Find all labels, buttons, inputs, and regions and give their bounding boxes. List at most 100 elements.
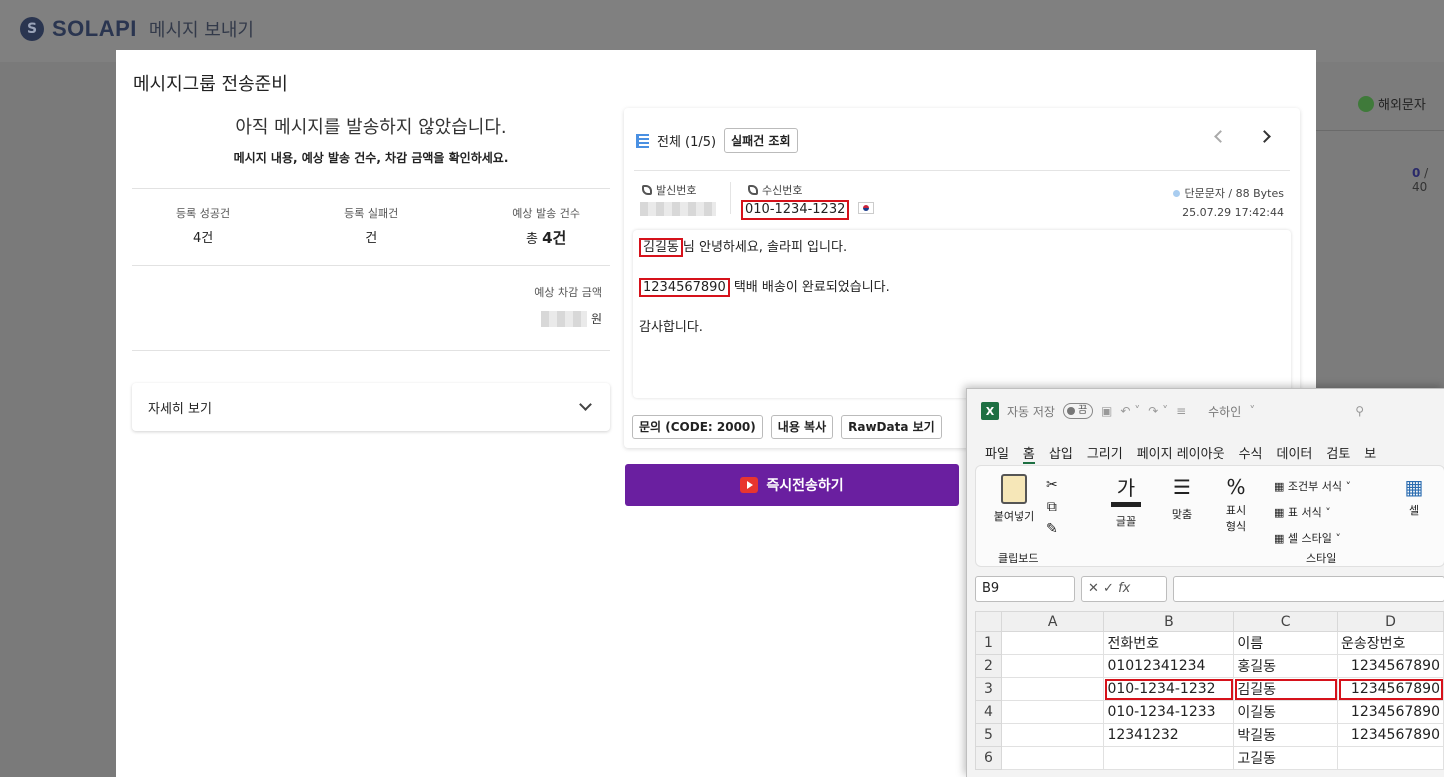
cell[interactable]: 전화번호 [1103, 631, 1235, 655]
cell[interactable] [1103, 746, 1235, 770]
cell-highlighted[interactable]: 김길동 [1233, 677, 1339, 701]
preview-count: 전체 (1/5) [657, 135, 717, 150]
tab-review[interactable]: 검토 [1326, 443, 1350, 464]
select-all-corner[interactable] [975, 611, 1002, 632]
customize-icon[interactable]: ≡ [1176, 404, 1186, 418]
cell[interactable]: 홍길동 [1233, 654, 1339, 678]
brand-name: SOLAPI [52, 16, 137, 41]
copy-content-button[interactable]: 내용 복사 [770, 415, 834, 439]
message-line: 감사합니다. [639, 320, 703, 335]
row-header[interactable]: 4 [975, 700, 1002, 724]
cell[interactable]: 010-1234-1233 [1103, 700, 1235, 724]
cell[interactable]: 1234567890 [1337, 654, 1444, 678]
cell[interactable] [1000, 631, 1105, 655]
tab-insert[interactable]: 삽입 [1049, 443, 1073, 464]
undo-icon[interactable]: ↶ ˅ [1120, 404, 1140, 418]
summary-panel: 아직 메시지를 발송하지 않았습니다. 메시지 내용, 예상 발송 건수, 차감… [132, 108, 610, 431]
excel-titlebar: X 자동 저장 끔 ▣ ↶ ˅ ↷ ˅ ≡ 수하인 ˅ ⚲ [967, 389, 1444, 433]
modal-title: 메시지그룹 전송준비 [133, 74, 288, 95]
table-format-button[interactable]: ▦ 표 서식 ˅ [1274, 500, 1351, 526]
cell[interactable]: 박길동 [1233, 723, 1339, 747]
status-title: 아직 메시지를 발송하지 않았습니다. [235, 117, 507, 138]
cells-button[interactable]: ▦ 셀 [1394, 472, 1434, 518]
logo[interactable]: S SOLAPI 메시지 보내기 [20, 16, 254, 42]
row-header[interactable]: 3 [975, 677, 1002, 701]
inquiry-button[interactable]: 문의 (CODE: 2000) [632, 415, 763, 439]
tab-more[interactable]: 보 [1364, 443, 1376, 464]
fx-controls[interactable]: ✕ ✓ fx [1081, 576, 1167, 602]
send-now-button[interactable]: 즉시전송하기 [625, 464, 959, 506]
phone-icon [642, 185, 652, 195]
ribbon: 붙여넣기 ✂ ⧉ ✎ 클립보드 가 글꼴 ☰ 맞춤 % 표시 형식 ▦ 조건부 서식… [975, 465, 1444, 567]
autosave-toggle[interactable]: 끔 [1062, 403, 1093, 419]
var-tracking: 1234567890 [639, 278, 730, 297]
group-clipboard: 클립보드 [998, 552, 1039, 565]
cell[interactable] [1000, 654, 1105, 678]
solapi-logo-icon: S [20, 17, 44, 41]
tab-page-layout[interactable]: 페이지 레이아웃 [1137, 443, 1225, 464]
korea-flag-icon [858, 202, 874, 214]
row-header[interactable]: 5 [975, 723, 1002, 747]
paste-button[interactable]: 붙여넣기 [986, 474, 1042, 524]
tab-draw[interactable]: 그리기 [1087, 443, 1123, 464]
view-details-toggle[interactable]: 자세히 보기 [132, 383, 610, 431]
cell-highlighted[interactable]: 010-1234-1232 [1103, 677, 1235, 701]
page-title: 메시지 보내기 [148, 20, 254, 41]
cell[interactable]: 이길동 [1233, 700, 1339, 724]
cell[interactable] [1337, 746, 1444, 770]
chevron-left-icon[interactable] [1214, 130, 1227, 143]
play-icon [740, 477, 759, 493]
cell[interactable]: 1234567890 [1337, 700, 1444, 724]
cell-style-button[interactable]: ▦ 셀 스타일 ˅ [1274, 526, 1351, 552]
cell-highlighted[interactable]: 1234567890 [1337, 677, 1444, 701]
column-header[interactable]: B [1103, 611, 1235, 632]
cell[interactable] [1000, 677, 1105, 701]
tab-data[interactable]: 데이터 [1276, 443, 1312, 464]
cell[interactable]: 1234567890 [1337, 723, 1444, 747]
format-painter-icon: ✎ [1046, 521, 1058, 537]
stat-success: 등록 성공건 4건 [176, 207, 231, 246]
divider [730, 182, 731, 214]
search-icon[interactable]: ⚲ [1355, 404, 1364, 418]
tab-file[interactable]: 파일 [985, 443, 1009, 464]
formula-input[interactable] [1173, 576, 1444, 602]
font-button[interactable]: 가 글꼴 [1106, 472, 1146, 529]
redo-icon[interactable]: ↷ ˅ [1148, 404, 1168, 418]
document-title[interactable]: 수하인 [1208, 403, 1241, 420]
number-format-button[interactable]: % 표시 형식 [1216, 472, 1256, 534]
column-header[interactable]: D [1337, 611, 1444, 632]
cell[interactable] [1000, 700, 1105, 724]
cell[interactable]: 고길동 [1233, 746, 1339, 770]
copy-icon: ⧉ [1046, 499, 1057, 515]
clipboard-tools[interactable]: ✂ ⧉ ✎ [1046, 474, 1058, 540]
divider [1316, 130, 1444, 131]
byte-counter: 0 / 40 [1412, 166, 1429, 194]
cell[interactable]: 운송장번호 [1337, 631, 1444, 655]
failed-view-button[interactable]: 실패건 조회 [724, 128, 798, 153]
cell[interactable]: 01012341234 [1103, 654, 1235, 678]
chevron-right-icon[interactable] [1258, 130, 1271, 143]
save-icon[interactable]: ▣ [1101, 404, 1112, 418]
autosave-label: 자동 저장 [1007, 404, 1055, 419]
column-header[interactable]: A [1000, 611, 1105, 632]
rawdata-button[interactable]: RawData 보기 [841, 415, 942, 439]
intl-message-tab[interactable]: 해외문자 [1358, 94, 1426, 113]
tab-home[interactable]: 홈 [1022, 443, 1035, 464]
cell[interactable]: 12341232 [1103, 723, 1235, 747]
cell[interactable] [1000, 746, 1105, 770]
conditional-format-button[interactable]: ▦ 조건부 서식 ˅ [1274, 474, 1351, 500]
cell[interactable]: 이름 [1233, 631, 1339, 655]
cell[interactable] [1000, 723, 1105, 747]
align-icon: ☰ [1173, 475, 1191, 499]
row-header[interactable]: 2 [975, 654, 1002, 678]
table-row: 2 01012341234 홍길동 1234567890 [975, 654, 1444, 678]
align-button[interactable]: ☰ 맞춤 [1162, 472, 1202, 522]
row-header[interactable]: 6 [975, 746, 1002, 770]
name-box[interactable]: B9 [975, 576, 1075, 602]
column-header[interactable]: C [1233, 611, 1339, 632]
redacted-amount [540, 310, 587, 327]
spreadsheet-grid: A B C D 1 전화번호 이름 운송장번호 2 01012341234 홍길… [975, 611, 1444, 770]
chevron-down-icon[interactable]: ˅ [1249, 404, 1255, 418]
row-header[interactable]: 1 [975, 631, 1002, 655]
tab-formulas[interactable]: 수식 [1239, 443, 1263, 464]
